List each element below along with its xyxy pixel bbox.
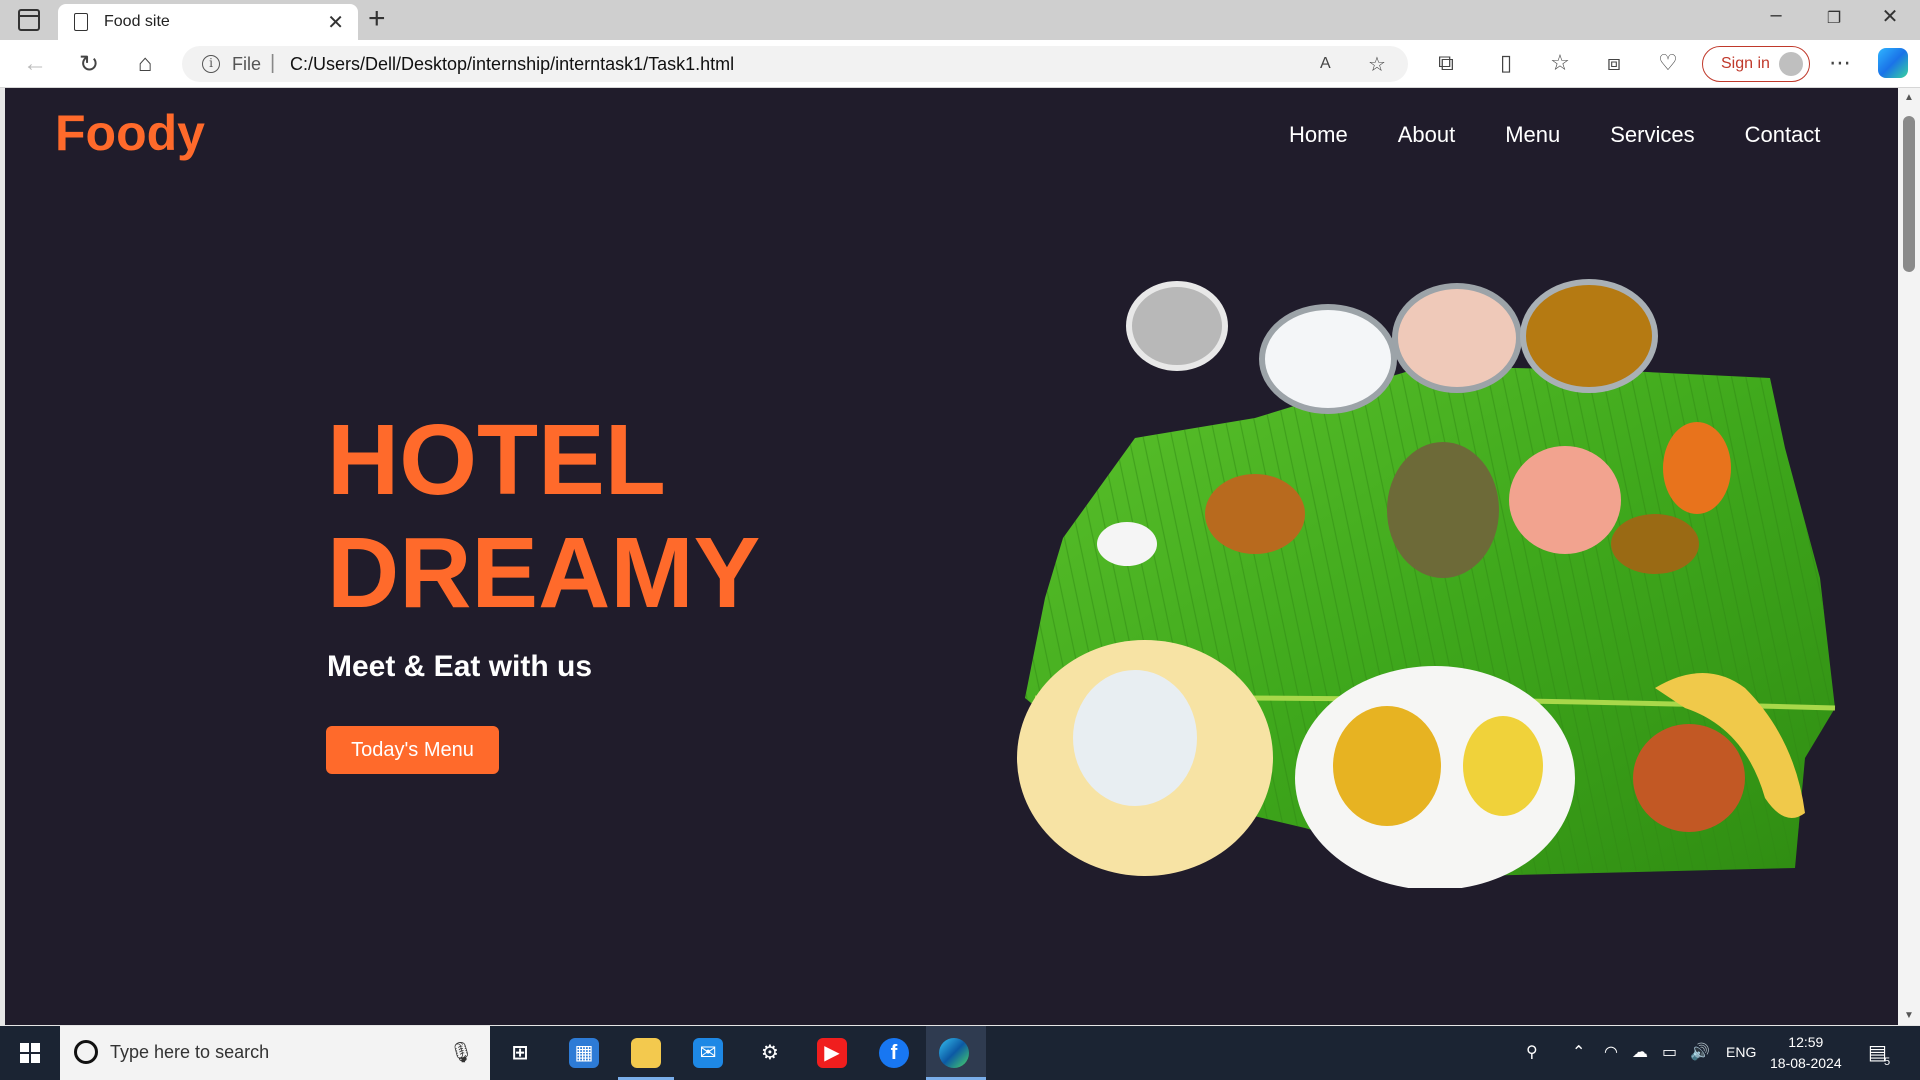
copilot-icon[interactable] <box>1878 48 1908 78</box>
bowl-payasam <box>1392 283 1522 393</box>
sign-in-button[interactable]: Sign in <box>1702 46 1810 82</box>
inji-curry <box>1611 514 1699 574</box>
sign-in-label: Sign in <box>1721 55 1770 72</box>
tab-active[interactable]: Food site ✕ <box>58 4 358 40</box>
minimize-button[interactable]: – <box>1748 4 1804 27</box>
start-button[interactable] <box>0 1026 60 1080</box>
curry-on-rice <box>1333 706 1441 826</box>
edge-icon <box>939 1038 969 1068</box>
task-view-button[interactable]: ⊞ <box>492 1026 548 1080</box>
url-text[interactable]: C:/Users/Dell/Desktop/internship/internt… <box>290 54 734 75</box>
hero-title: HOTEL DREAMY <box>327 404 760 630</box>
read-aloud-icon[interactable]: A <box>1320 55 1331 73</box>
hero-title-line-2: DREAMY <box>327 517 761 629</box>
clock[interactable]: 12:59 18-08-2024 <box>1770 1032 1842 1074</box>
curry-on-rice-2 <box>1463 716 1543 816</box>
folder-icon <box>631 1038 661 1068</box>
pachadi <box>1509 446 1621 554</box>
home-icon[interactable]: ⌂ <box>128 50 162 78</box>
youtube-icon: ▶ <box>817 1038 847 1068</box>
microphone-icon[interactable]: 🎙 <box>449 1040 474 1065</box>
people-icon[interactable]: ⚲ <box>1526 1042 1538 1062</box>
store-icon: ▦ <box>569 1038 599 1068</box>
notification-count: 5 <box>1884 1056 1891 1068</box>
facebook-icon: f <box>879 1038 909 1068</box>
tab-actions-icon[interactable] <box>18 9 40 31</box>
more-menu-icon[interactable]: ⋯ <box>1822 50 1858 76</box>
wifi-icon[interactable]: ◠ <box>1604 1042 1618 1062</box>
hero-subtitle: Meet & Eat with us <box>327 650 593 683</box>
address-bar[interactable]: i File | C:/Users/Dell/Desktop/internshi… <box>182 46 1408 82</box>
new-tab-button[interactable]: + <box>368 2 386 36</box>
refresh-icon[interactable]: ↻ <box>72 50 106 79</box>
vada <box>1633 724 1745 832</box>
edge-button[interactable] <box>926 1026 986 1080</box>
main-nav: Home About Menu Services Contact <box>1289 122 1820 148</box>
mail-icon: ✉ <box>693 1038 723 1068</box>
scroll-thumb[interactable] <box>1903 116 1915 272</box>
nav-menu[interactable]: Menu <box>1505 122 1560 148</box>
facebook-button[interactable]: f <box>866 1026 922 1080</box>
collections-icon[interactable]: ⧈ <box>1596 50 1632 76</box>
url-scheme: File <box>232 54 262 74</box>
info-icon[interactable]: i <box>202 55 220 73</box>
split-screen-icon[interactable]: ▯ <box>1488 50 1524 76</box>
page-viewport: Foody Home About Menu Services Contact H… <box>5 88 1898 1025</box>
task-view-icon: ⊞ <box>511 1042 529 1064</box>
settings-button[interactable]: ⚙ <box>742 1026 798 1080</box>
search-placeholder: Type here to search <box>110 1042 270 1062</box>
clock-time: 12:59 <box>1788 1034 1824 1050</box>
battery-icon[interactable]: ▭ <box>1662 1042 1677 1062</box>
windows-icon <box>20 1043 40 1063</box>
site-logo[interactable]: Foody <box>55 104 205 162</box>
tab-title: Food site <box>104 13 170 30</box>
volume-icon[interactable]: 🔊 <box>1690 1042 1710 1062</box>
close-tab-icon[interactable]: ✕ <box>327 10 344 35</box>
youtube-button[interactable]: ▶ <box>804 1026 860 1080</box>
address-toolbar: ← ↻ ⌂ i File | C:/Users/Dell/Desktop/int… <box>0 40 1920 88</box>
pickle <box>1663 422 1731 514</box>
browser-essentials-icon[interactable]: ♡ <box>1650 50 1686 76</box>
store-button[interactable]: ▦ <box>556 1026 612 1080</box>
language-indicator[interactable]: ENG <box>1726 1044 1756 1060</box>
tab-bar: Food site ✕ + – ❐ ✕ <box>0 0 1920 40</box>
page-scrollbar[interactable]: ▲ ▼ <box>1898 88 1920 1025</box>
nav-contact[interactable]: Contact <box>1745 122 1821 148</box>
food-image <box>1017 279 1836 888</box>
gear-icon: ⚙ <box>761 1042 779 1064</box>
mail-button[interactable]: ✉ <box>680 1026 736 1080</box>
taskbar: Type here to search 🎙 ⊞ ▦ ✉ ⚙ ▶ f ⚲ ⌃ ◠ … <box>0 1026 1920 1080</box>
nav-home[interactable]: Home <box>1289 122 1348 148</box>
chevron-up-icon[interactable]: ⌃ <box>1572 1042 1585 1062</box>
close-window-button[interactable]: ✕ <box>1862 4 1918 29</box>
document-icon <box>74 13 88 31</box>
thoran <box>1387 442 1499 578</box>
nav-services[interactable]: Services <box>1610 122 1694 148</box>
favorites-icon[interactable]: ☆ <box>1542 50 1578 76</box>
restore-button[interactable]: ❐ <box>1806 8 1862 28</box>
bowl-sambar <box>1520 279 1658 393</box>
scroll-down-icon[interactable]: ▼ <box>1904 1010 1914 1021</box>
cortana-icon <box>74 1040 98 1064</box>
steel-tumbler <box>1126 281 1228 371</box>
papadam-boli <box>1073 670 1197 806</box>
onedrive-icon[interactable]: ☁ <box>1632 1042 1648 1062</box>
todays-menu-button[interactable]: Today's Menu <box>326 726 499 774</box>
scroll-up-icon[interactable]: ▲ <box>1904 92 1914 103</box>
hero-title-line-1: HOTEL <box>327 404 666 516</box>
potato-fry <box>1205 474 1305 554</box>
taskbar-search[interactable]: Type here to search 🎙 <box>60 1026 490 1080</box>
nav-about[interactable]: About <box>1398 122 1456 148</box>
favorite-star-icon[interactable]: ☆ <box>1368 52 1386 77</box>
bowl-curd <box>1259 304 1397 414</box>
back-icon[interactable]: ← <box>18 50 52 78</box>
salt <box>1097 522 1157 566</box>
url-separator: | <box>270 52 276 74</box>
extensions-icon[interactable]: ⧉ <box>1428 50 1464 76</box>
avatar <box>1779 52 1803 76</box>
file-explorer-button[interactable] <box>618 1026 674 1080</box>
clock-date: 18-08-2024 <box>1770 1055 1842 1071</box>
